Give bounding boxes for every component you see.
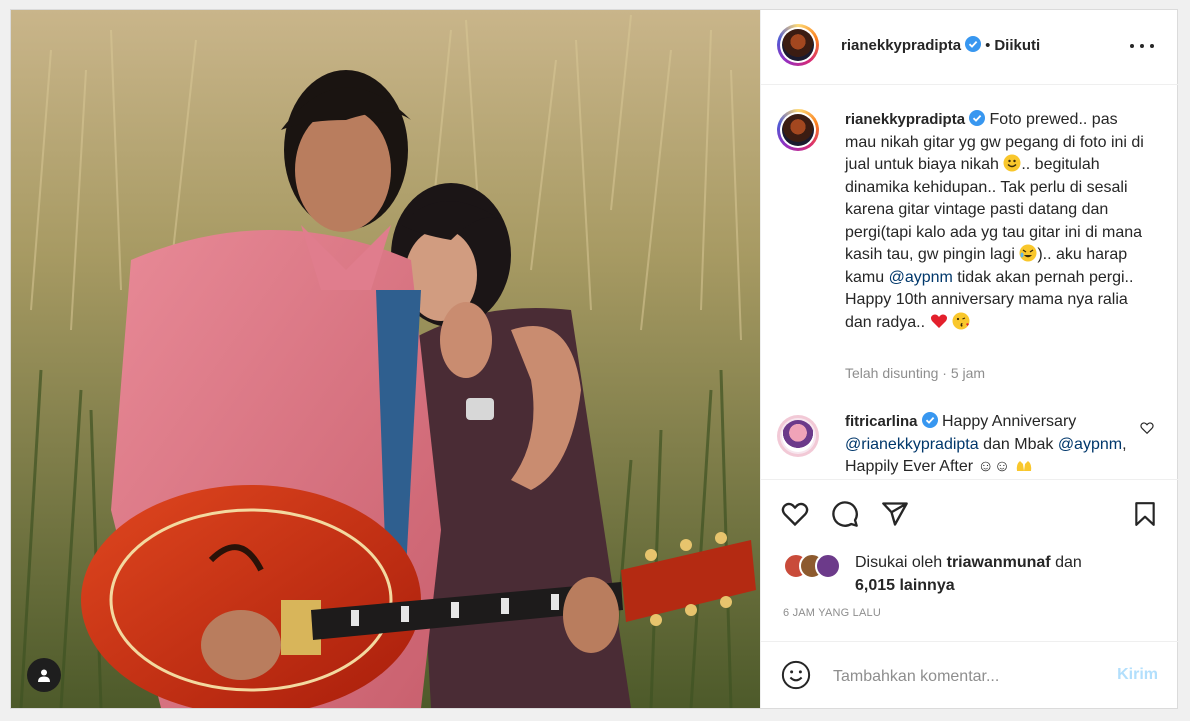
follow-status-button[interactable]: Diikuti	[994, 37, 1040, 54]
comment-text-1: Happy Anniversary	[941, 413, 1077, 430]
comment-input[interactable]	[831, 664, 1095, 690]
tagged-user-icon	[38, 669, 50, 682]
add-comment-bar: Kirim	[761, 641, 1178, 709]
likes-summary: Disukai oleh triawanmunaf dan 6,015 lain…	[761, 550, 1178, 600]
author-avatar[interactable]	[777, 24, 819, 66]
post-timestamp[interactable]: 6 JAM YANG LALU	[783, 607, 881, 619]
separator-dot: •	[985, 37, 991, 54]
commenter-avatar[interactable]	[777, 415, 819, 457]
header-line: rianekkypradipta • Diikuti	[841, 36, 1040, 54]
red-heart-emoji	[930, 314, 947, 328]
likes-and: dan	[1055, 554, 1082, 571]
caption-author-username[interactable]: rianekkypradipta	[845, 111, 965, 128]
post-comment-button[interactable]: Kirim	[1117, 666, 1158, 684]
caption-author-avatar[interactable]	[777, 109, 819, 151]
caption-meta: Telah disunting · 5 jam	[845, 365, 986, 381]
comment-icon[interactable]	[831, 500, 859, 528]
hands-emoji	[1016, 461, 1031, 471]
heart-icon[interactable]	[781, 500, 809, 528]
instagram-post: rianekkypradipta • Diikuti rianekkypradipt…	[10, 9, 1178, 709]
liker-avatars[interactable]	[783, 553, 847, 579]
smiley-emoji	[1003, 154, 1021, 172]
comment-mention-1[interactable]: @rianekkypradipta	[845, 436, 979, 453]
verified-badge-icon	[969, 110, 986, 126]
comment-item: fitricarlina Happy Anniversary @rianekky…	[845, 411, 1145, 479]
comment-mention-2[interactable]: @aypnm	[1058, 436, 1122, 453]
likes-prefix: Disukai oleh	[855, 554, 943, 571]
post-header: rianekkypradipta • Diikuti	[761, 10, 1178, 85]
comment-text-2: dan Mbak	[983, 435, 1054, 453]
likes-user[interactable]: triawanmunaf	[947, 554, 1051, 571]
post-image	[11, 10, 760, 708]
tagged-user-button[interactable]	[27, 658, 61, 692]
emoji-icon[interactable]	[781, 660, 811, 690]
action-bar	[761, 479, 1178, 540]
post-sidebar: rianekkypradipta • Diikuti rianekkypradipt…	[760, 10, 1178, 708]
caption-mention[interactable]: @aypnm	[889, 269, 953, 286]
author-username[interactable]: rianekkypradipta	[841, 37, 961, 54]
verified-badge-icon	[965, 36, 982, 52]
liker-avatar	[815, 553, 841, 579]
post-photo[interactable]	[11, 10, 760, 708]
more-options-icon[interactable]	[1130, 36, 1154, 56]
rofl-emoji	[1019, 244, 1037, 262]
kiss-emoji	[952, 312, 970, 329]
paper-plane-icon[interactable]	[881, 500, 909, 528]
commenter-username[interactable]: fitricarlina	[845, 413, 918, 430]
caption: rianekkypradipta Foto prewed.. pas mau n…	[845, 109, 1145, 334]
likes-count[interactable]: 6,015 lainnya	[855, 577, 955, 594]
comment-like-heart-icon[interactable]	[1140, 421, 1154, 435]
bookmark-icon[interactable]	[1132, 500, 1158, 528]
comments-area[interactable]: rianekkypradipta Foto prewed.. pas mau n…	[761, 85, 1178, 479]
likes-text: Disukai oleh triawanmunaf dan 6,015 lain…	[855, 551, 1082, 597]
verified-badge-icon	[921, 412, 938, 428]
